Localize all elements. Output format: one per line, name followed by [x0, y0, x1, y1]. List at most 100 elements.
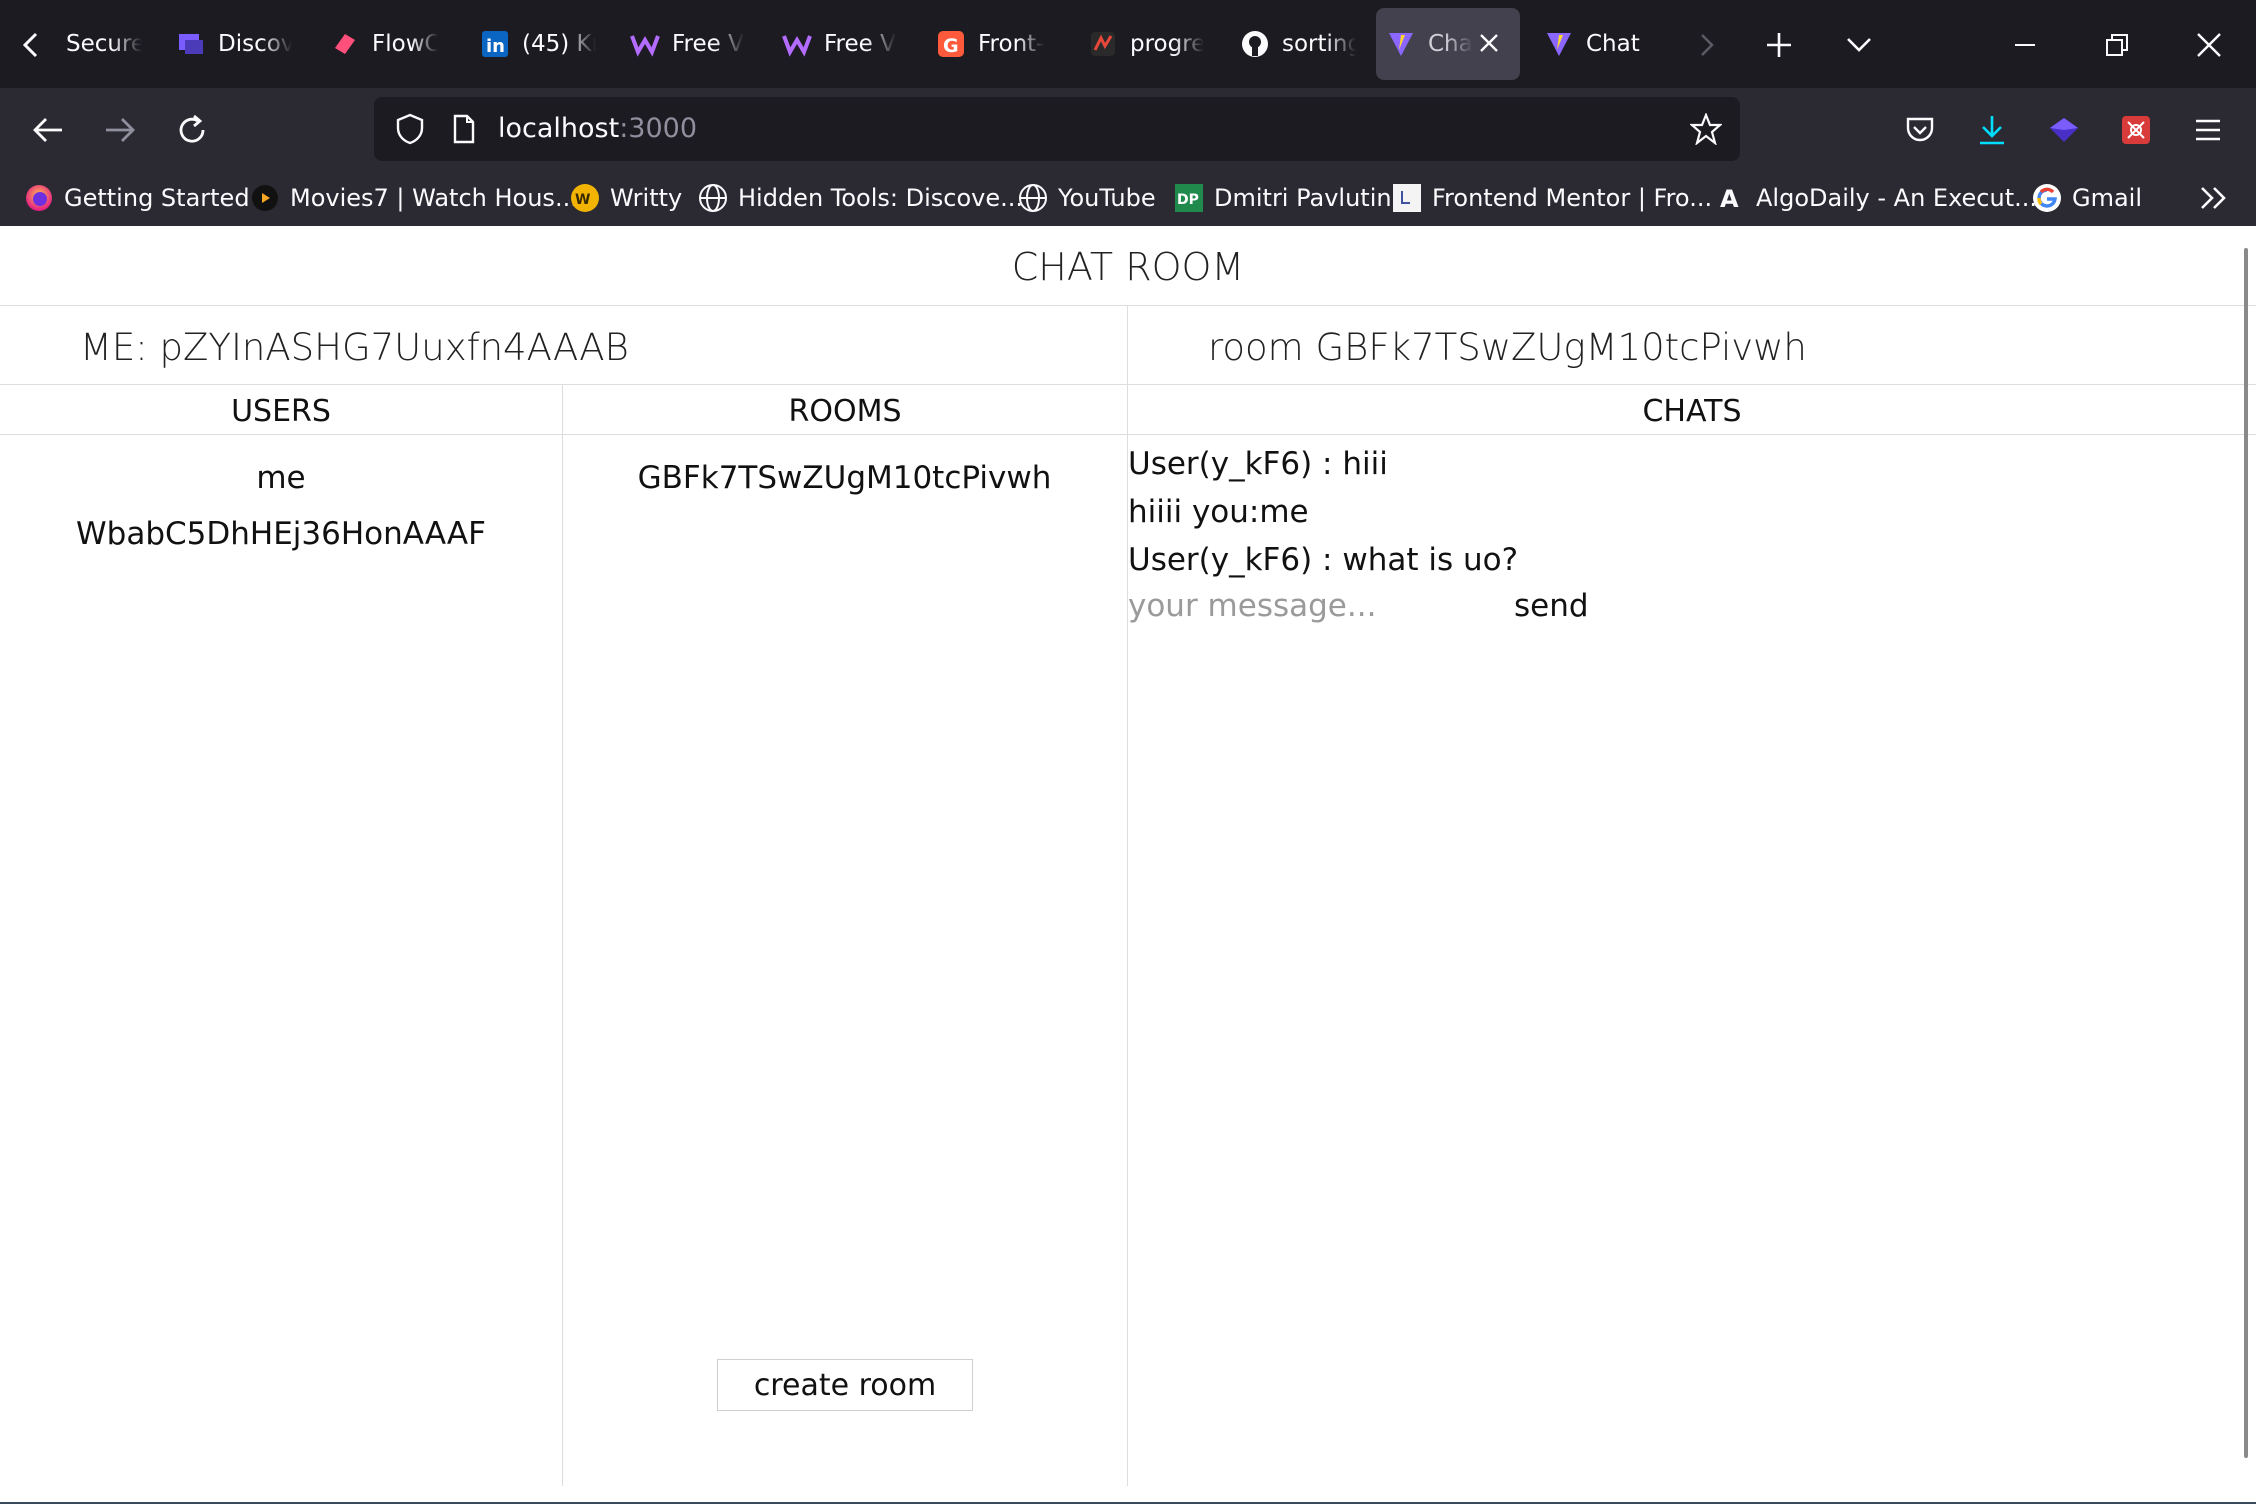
progress-icon	[1088, 29, 1118, 59]
reload-icon	[179, 114, 205, 143]
globe-icon	[698, 183, 728, 213]
create-room-button[interactable]: create room	[717, 1359, 973, 1411]
extension-button[interactable]	[2044, 110, 2084, 150]
dp-badge-text: DP	[1177, 192, 1199, 208]
tab-label: FlowC	[372, 31, 438, 57]
bookmark-gmail[interactable]: Gmail	[2032, 170, 2142, 226]
chevron-left-icon	[22, 32, 38, 58]
tab-label: Free V	[824, 31, 896, 57]
tab-label: Secure	[66, 31, 142, 57]
tab-free-1[interactable]: Free V	[630, 8, 746, 80]
tab-label: Cha	[1428, 31, 1473, 57]
globe-icon	[1018, 183, 1048, 213]
tab-front[interactable]: G Front-	[936, 8, 1052, 80]
close-window-button[interactable]	[2190, 26, 2228, 64]
chevron-down-icon	[1847, 38, 1871, 52]
navigation-toolbar: localhost:3000	[0, 88, 2256, 170]
current-user-label: ME: pZYInASHG7Uuxfn4AAAB	[80, 326, 629, 369]
bookmark-label: Hidden Tools: Discove...	[738, 184, 1024, 212]
user-item[interactable]: WbabC5DhHEj36HonAAAF	[0, 516, 562, 552]
w-logo-icon	[782, 29, 812, 59]
tab-label: Chat	[1586, 31, 1640, 57]
w-logo-icon	[630, 29, 660, 59]
tab-chat[interactable]: Chat	[1544, 8, 1674, 80]
bookmark-label: AlgoDaily - An Execut...	[1756, 184, 2038, 212]
hamburger-menu-icon	[2196, 119, 2220, 141]
bookmark-youtube[interactable]: YouTube	[1018, 170, 1156, 226]
firefox-icon	[24, 183, 54, 213]
page-icon[interactable]	[446, 111, 482, 147]
arrow-left-icon	[33, 118, 62, 142]
tab-linkedin[interactable]: in (45) Kr	[480, 8, 596, 80]
svg-text:in: in	[486, 36, 505, 57]
scrollbar[interactable]	[2244, 248, 2248, 1458]
bookmark-label: Frontend Mentor | Fro...	[1432, 184, 1713, 212]
github-icon	[1240, 29, 1270, 59]
tab-label: (45) Kr	[522, 31, 596, 57]
restore-button[interactable]	[2098, 26, 2136, 64]
google-icon	[2032, 183, 2062, 213]
tab-bar: Secure Discov FlowC in (45) Kr Free V Fr…	[0, 0, 2256, 88]
tab-label: sorting	[1282, 31, 1356, 57]
rooms-column-header: ROOMS	[788, 394, 902, 429]
bookmark-label: Getting Started	[64, 184, 250, 212]
bookmark-getting-started[interactable]: Getting Started	[24, 170, 250, 226]
writty-icon: W	[570, 183, 600, 213]
back-button[interactable]	[28, 110, 68, 150]
bookmark-label: YouTube	[1058, 184, 1156, 212]
divider	[1127, 306, 1128, 1486]
current-room-label: room GBFk7TSwZUgM10tcPivwh	[1208, 326, 1807, 369]
chat-message: User(y_kF6) : hiii	[1128, 446, 1388, 482]
url-text[interactable]: localhost:3000	[498, 97, 697, 161]
bookmark-writty[interactable]: W Writty	[570, 170, 682, 226]
tab-free-2[interactable]: Free V	[782, 8, 898, 80]
tab-scroll-left-button[interactable]	[14, 28, 48, 62]
shield-icon[interactable]	[392, 111, 428, 147]
new-tab-button[interactable]	[1760, 26, 1798, 64]
tab-scroll-right-button[interactable]	[1692, 28, 1722, 62]
bookmark-label: Dmitri Pavlutin	[1214, 184, 1392, 212]
divider	[0, 384, 2256, 385]
chats-column-header: CHATS	[1642, 394, 1742, 429]
forward-button[interactable]	[100, 110, 140, 150]
room-item[interactable]: GBFk7TSwZUgM10tcPivwh	[563, 460, 1126, 496]
tab-label: progre	[1130, 31, 1204, 57]
bookmark-label: Gmail	[2072, 184, 2143, 212]
vite-icon	[1544, 29, 1574, 59]
message-input[interactable]	[1128, 584, 1518, 628]
tab-label: Free V	[672, 31, 744, 57]
bookmark-star-icon[interactable]	[1688, 111, 1724, 147]
bookmark-dmitri-pavlutin[interactable]: DP Dmitri Pavlutin	[1174, 170, 1392, 226]
flowcv-icon	[330, 29, 360, 59]
bookmark-label: Movies7 | Watch Hous...	[290, 184, 578, 212]
app-menu-button[interactable]	[2188, 110, 2228, 150]
minimize-button[interactable]	[2006, 26, 2044, 64]
bookmark-algodaily[interactable]: A AlgoDaily - An Execut...	[1716, 170, 2037, 226]
tab-discover[interactable]: Discov	[176, 8, 292, 80]
send-button[interactable]: send	[1514, 584, 1589, 628]
url-bar[interactable]: localhost:3000	[374, 97, 1740, 161]
pocket-button[interactable]	[1900, 110, 1940, 150]
bookmark-hidden-tools[interactable]: Hidden Tools: Discove...	[698, 170, 1023, 226]
reload-button[interactable]	[172, 110, 212, 150]
user-item-me[interactable]: me	[0, 460, 562, 496]
bookmark-movies7[interactable]: Movies7 | Watch Hous...	[250, 170, 578, 226]
tab-sorting[interactable]: sorting	[1240, 8, 1356, 80]
users-column-header: USERS	[231, 394, 331, 429]
restore-icon	[2106, 34, 2128, 56]
tab-progress[interactable]: progre	[1088, 8, 1204, 80]
tab-chat-active[interactable]: Cha	[1376, 8, 1520, 80]
close-tab-icon[interactable]	[1476, 30, 1502, 56]
dp-icon: DP	[1174, 183, 1204, 213]
react-devtools-button[interactable]	[2116, 110, 2156, 150]
list-all-tabs-button[interactable]	[1840, 26, 1878, 64]
more-bookmarks-button[interactable]	[2196, 180, 2232, 216]
tab-label: Front-	[978, 31, 1045, 57]
tab-flowcv[interactable]: FlowC	[330, 8, 438, 80]
g-logo-icon: G	[936, 29, 966, 59]
chat-message: User(y_kF6) : what is uo?	[1128, 542, 1519, 578]
bookmarks-toolbar: Getting Started Movies7 | Watch Hous... …	[0, 170, 2256, 226]
tab-secure[interactable]: Secure	[66, 8, 142, 80]
downloads-button[interactable]	[1972, 110, 2012, 150]
bookmark-frontend-mentor[interactable]: Frontend Mentor | Fro...	[1392, 170, 1712, 226]
